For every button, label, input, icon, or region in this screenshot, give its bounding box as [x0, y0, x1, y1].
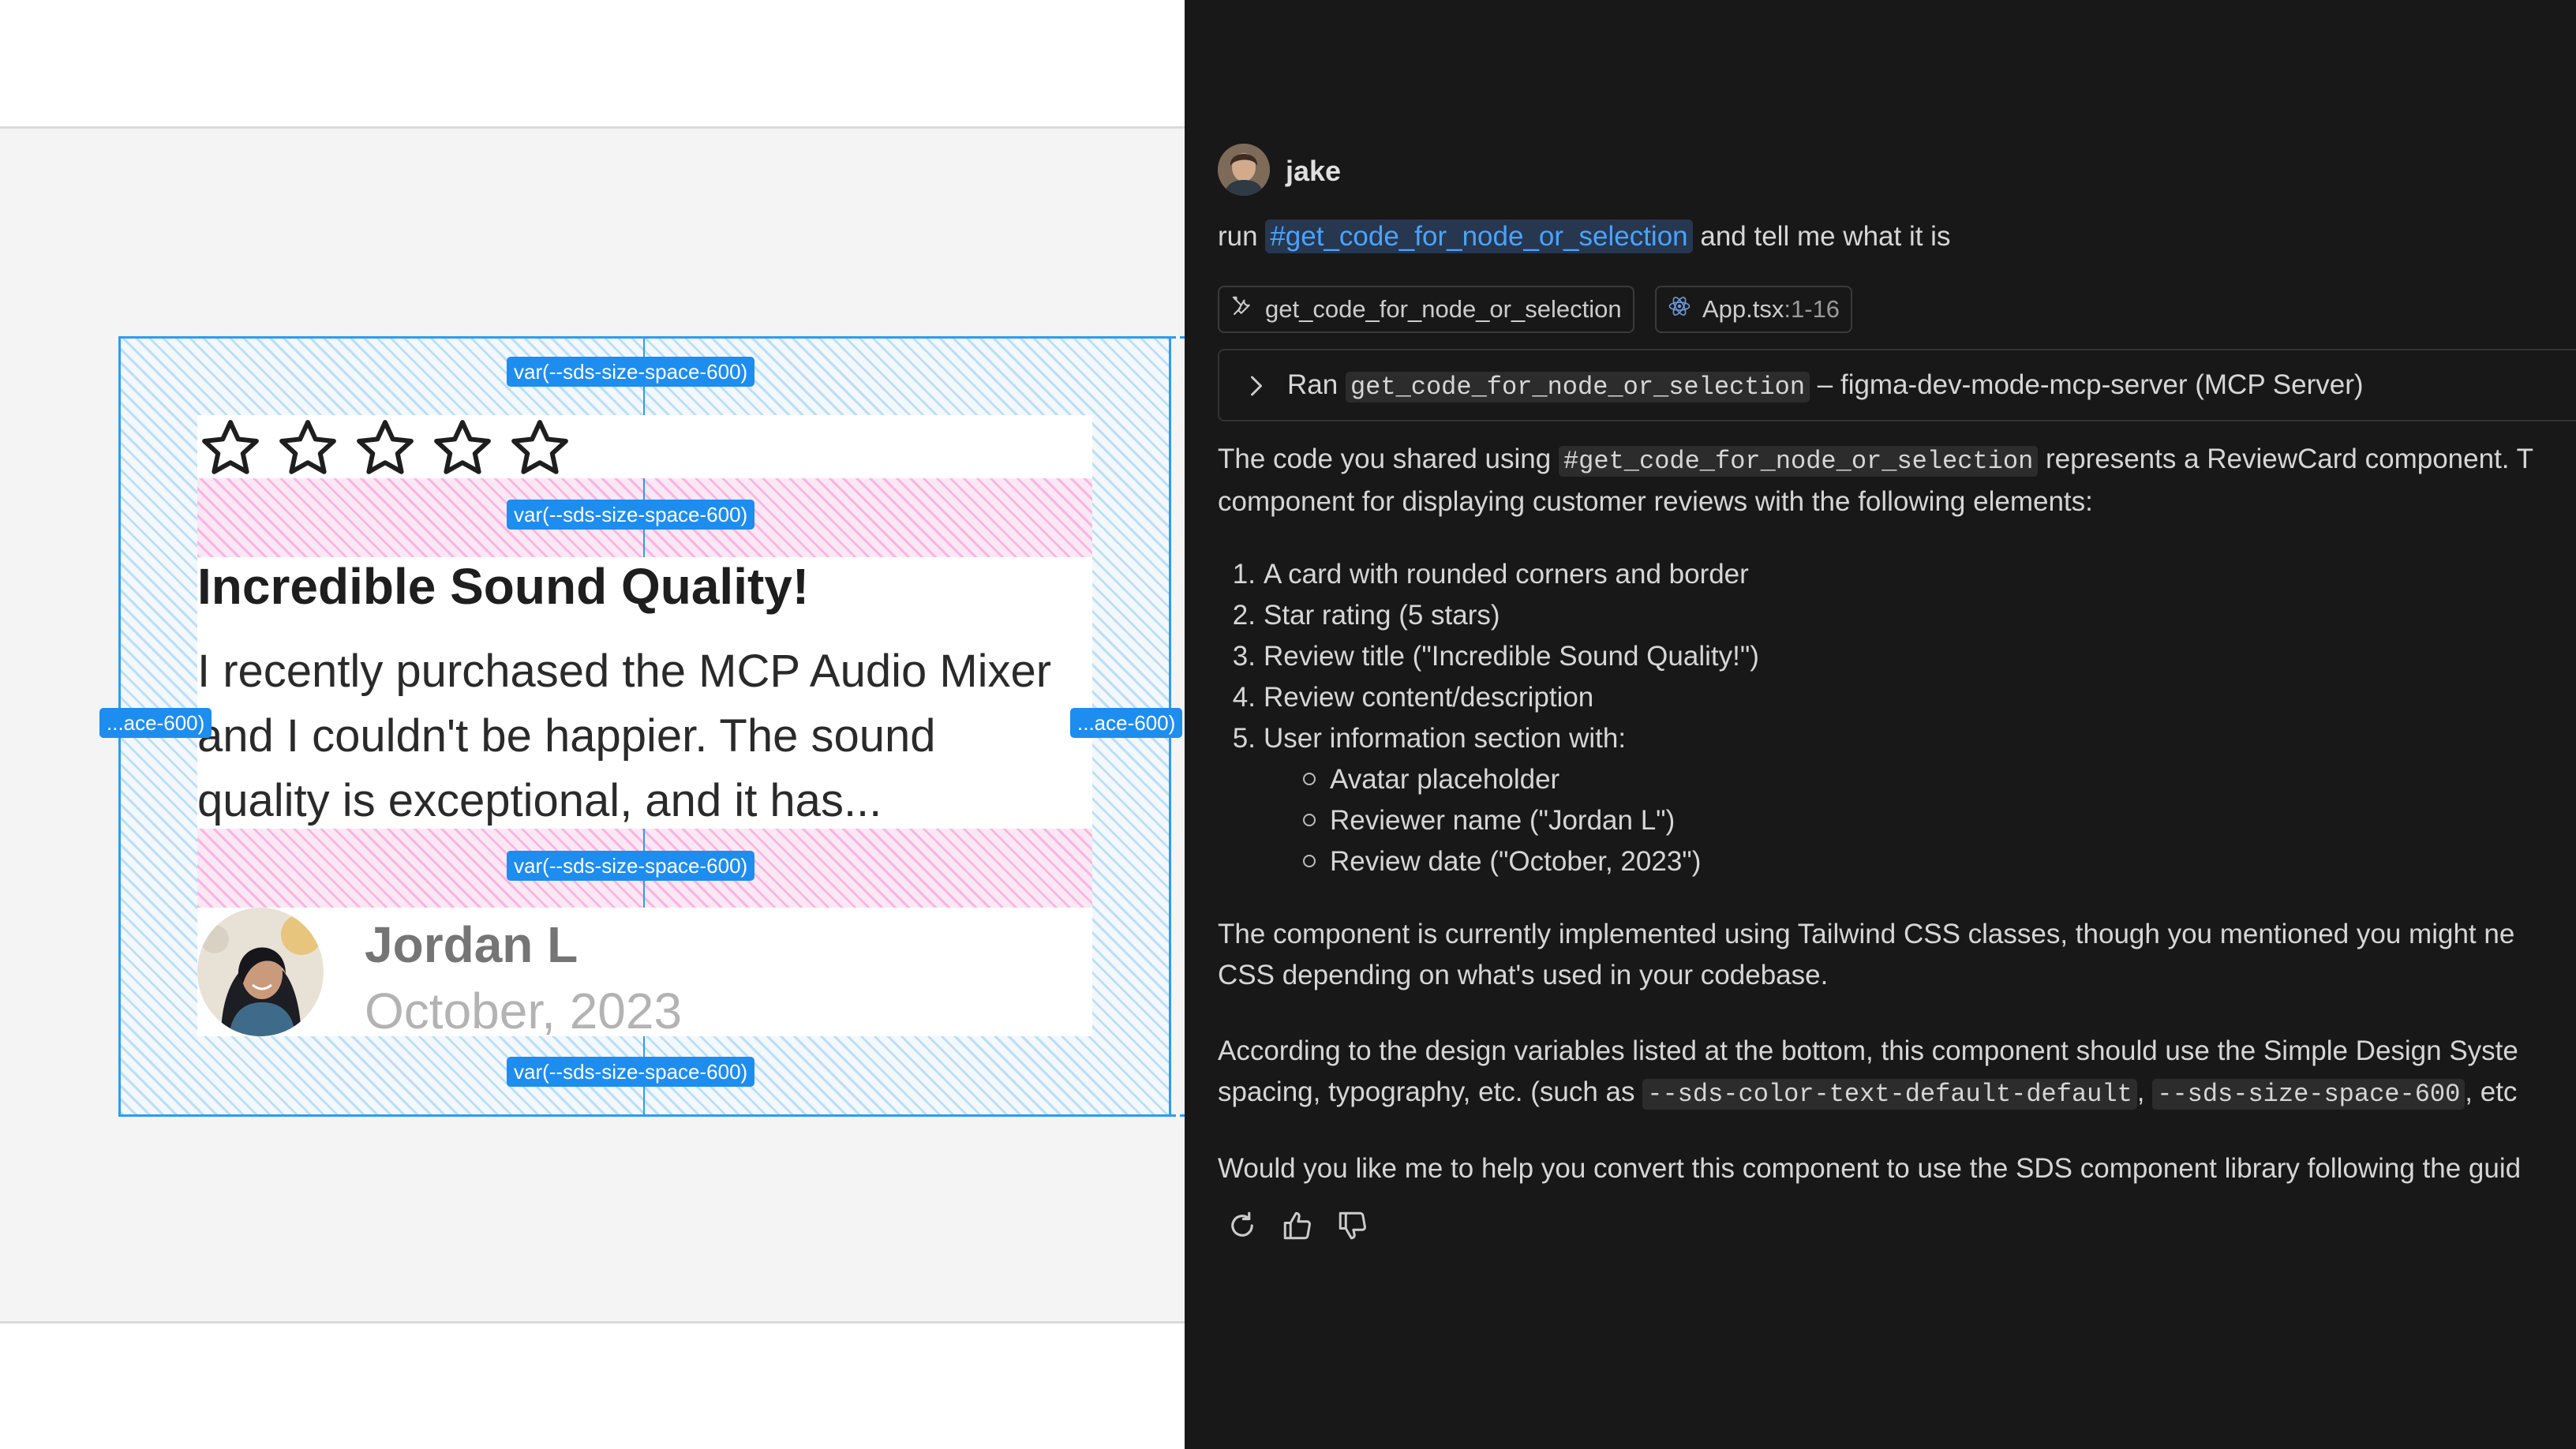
star-icon: [279, 420, 336, 474]
tool-call-collapsible[interactable]: Ran get_code_for_node_or_selection – fig…: [1218, 349, 2576, 421]
tool-call-verb: Ran: [1287, 369, 1339, 400]
tool-call-label: Ran get_code_for_node_or_selection – fig…: [1287, 366, 2364, 406]
retry-icon[interactable]: [1226, 1209, 1259, 1242]
review-body: I recently purchased the MCP Audio Mixer…: [197, 646, 1052, 826]
reference-chip-file[interactable]: App.tsx:1-16: [1655, 286, 1853, 333]
list-item: 4. Review content/description: [1218, 682, 1593, 713]
reference-chip-label: get_code_for_node_or_selection: [1265, 295, 1622, 323]
list-number: 4.: [1232, 682, 1256, 713]
response-paragraph-2-line2: CSS depending on what's used in your cod…: [1218, 960, 1829, 990]
chat-panel: jake run #get_code_for_node_or_selection…: [1185, 0, 2576, 1449]
list-text: User information section with:: [1264, 723, 1627, 754]
chevron-right-icon[interactable]: [1248, 374, 1265, 398]
react-icon: [1668, 294, 1691, 324]
spacing-token-badge-gap: var(--sds-size-space-600): [507, 851, 755, 881]
list-text: Review content/description: [1264, 682, 1594, 713]
list-number: 5.: [1232, 723, 1256, 754]
list-text: Star rating (5 stars): [1264, 600, 1500, 631]
response-paragraph-2-line1: The component is currently implemented u…: [1218, 919, 2515, 949]
spacing-token-badge-right: ...ace-600): [1070, 708, 1183, 738]
list-number: 1.: [1232, 559, 1256, 590]
response-paragraph-4: Would you like me to help you convert th…: [1218, 1153, 2522, 1184]
list-text: A card with rounded corners and border: [1264, 559, 1749, 590]
spacing-token-badge-left: ...ace-600): [99, 708, 212, 738]
tool-mention[interactable]: #get_code_for_node_or_selection: [1265, 219, 1693, 253]
star-icon: [202, 420, 259, 474]
reference-chip-tool[interactable]: get_code_for_node_or_selection: [1218, 286, 1634, 333]
spacing-token-badge-top: var(--sds-size-space-600): [507, 357, 755, 387]
spacing-token-badge-gap: var(--sds-size-space-600): [507, 500, 755, 530]
list-number: 2.: [1232, 600, 1256, 631]
reference-chip-range: :1-16: [1784, 295, 1840, 323]
list-item: 1. A card with rounded corners and border: [1218, 559, 1749, 590]
sublist-item: Review date ("October, 2023"): [1303, 846, 1701, 878]
tool-call-server: – figma-dev-mode-mcp-server (MCP Server): [1817, 369, 2364, 400]
reviewer-name: Jordan L: [365, 916, 578, 973]
thumbs-down-icon[interactable]: [1336, 1209, 1369, 1242]
response-text: represents a ReviewCard component. T: [2046, 444, 2533, 474]
review-title: Incredible Sound Quality!: [197, 558, 810, 615]
star-icon: [434, 420, 491, 474]
user-avatar: [1218, 144, 1270, 196]
response-text: The code you shared using: [1218, 444, 1552, 474]
user-message: run #get_code_for_node_or_selection and …: [1218, 218, 1950, 256]
star-icon: [357, 420, 414, 474]
response-text: , etc: [2465, 1076, 2518, 1107]
response-paragraph-3-line2: spacing, typography, etc. (such as --sds…: [1218, 1072, 2517, 1115]
sublist-item: Reviewer name ("Jordan L"): [1303, 805, 1675, 837]
response-text: spacing, typography, etc. (such as: [1218, 1076, 1635, 1107]
star-icon: [511, 420, 568, 474]
list-item: 5. User information section with:: [1218, 723, 1626, 754]
message-prefix: run: [1218, 221, 1258, 252]
thumbs-up-icon[interactable]: [1281, 1209, 1314, 1242]
tool-call-name: get_code_for_node_or_selection: [1345, 372, 1810, 402]
list-item: 2. Star rating (5 stars): [1218, 600, 1500, 631]
list-item: 3. Review title ("Incredible Sound Qualit…: [1218, 641, 1759, 672]
response-paragraph-3-line1: According to the design variables listed…: [1218, 1035, 2518, 1066]
inline-code: #get_code_for_node_or_selection: [1558, 446, 2039, 477]
list-number: 3.: [1232, 641, 1256, 672]
list-text: Review title ("Incredible Sound Quality!…: [1264, 641, 1759, 672]
figma-canvas[interactable]: Incredible Sound Quality! I recently pur…: [0, 0, 1185, 1449]
inline-code: --sds-size-space-600: [2152, 1079, 2466, 1110]
reviewer-avatar: [197, 908, 324, 1036]
review-date: October, 2023: [365, 983, 683, 1039]
response-text: ,: [2136, 1076, 2145, 1107]
tools-icon: [1230, 294, 1254, 324]
message-suffix: and tell me what it is: [1700, 221, 1951, 252]
spacing-token-badge-bottom: var(--sds-size-space-600): [507, 1057, 755, 1087]
response-intro-line1: The code you shared using #get_code_for_…: [1218, 439, 2533, 482]
response-intro-line2: component for displaying customer review…: [1218, 486, 2093, 517]
reference-chip-label: App.tsx: [1702, 295, 1784, 323]
username: jake: [1286, 155, 1342, 187]
inline-code: --sds-color-text-default-default: [1642, 1079, 2137, 1110]
sublist-item: Avatar placeholder: [1303, 764, 1559, 796]
